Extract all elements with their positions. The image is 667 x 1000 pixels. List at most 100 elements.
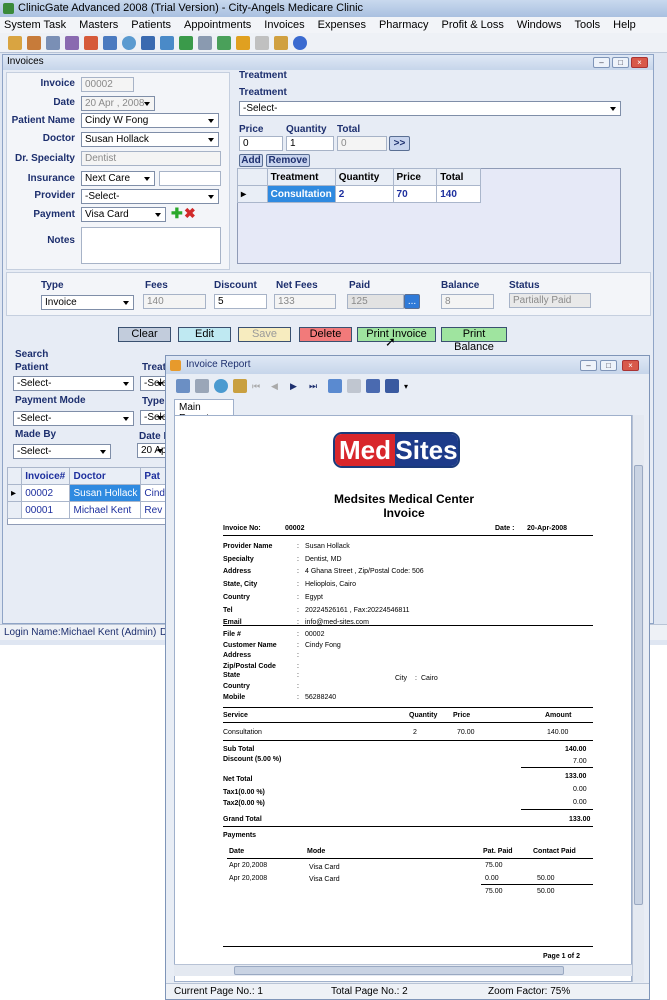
dollar-icon[interactable] <box>179 35 193 50</box>
add-button[interactable]: Add <box>239 154 263 167</box>
print-icon[interactable] <box>195 379 209 393</box>
cell-price[interactable]: 70 <box>392 185 438 203</box>
first-page-icon[interactable]: ⏮ <box>252 381 266 392</box>
refresh-icon[interactable] <box>217 35 231 50</box>
main-report-tab[interactable]: Main Report <box>174 399 234 424</box>
total-field[interactable]: 0 <box>337 136 387 151</box>
edit-button[interactable]: Edit <box>178 327 231 342</box>
net-fees-field[interactable]: 133 <box>274 294 336 309</box>
zoom-icon[interactable] <box>385 379 399 393</box>
help-icon[interactable] <box>293 35 307 50</box>
dr-specialty-field[interactable]: Dentist <box>81 151 221 166</box>
print-balance-button[interactable]: Print Balance <box>441 327 507 353</box>
menu-profit-loss[interactable]: Profit & Loss <box>442 19 504 31</box>
menu-masters[interactable]: Masters <box>79 19 118 31</box>
menu-invoices[interactable]: Invoices <box>264 19 304 31</box>
calendar-icon[interactable] <box>141 35 155 50</box>
table-row[interactable]: ▸ Consultation 2 70 140 <box>237 185 481 203</box>
fees-field[interactable]: 140 <box>143 294 206 309</box>
home-icon[interactable] <box>8 35 22 50</box>
insurance-select[interactable]: Next Care <box>81 171 155 186</box>
treatment-select[interactable]: -Select- <box>239 101 621 116</box>
notes-textarea[interactable] <box>81 227 221 264</box>
report-close-button[interactable]: × <box>622 360 639 371</box>
menu-pharmacy[interactable]: Pharmacy <box>379 19 429 31</box>
insurance-extra-field[interactable] <box>159 171 221 186</box>
save-button[interactable]: Save <box>238 327 291 342</box>
menu-expenses[interactable]: Expenses <box>318 19 366 31</box>
search-patient-select[interactable]: -Select- <box>13 376 134 391</box>
add-treatment-arrow-button[interactable]: >> <box>389 136 410 151</box>
date-picker[interactable]: 20 Apr , 2008 <box>81 96 155 111</box>
list-item[interactable]: ▸ 00002 Susan Hollack Cind <box>6 484 169 502</box>
cell-invoice-no[interactable]: 00001 <box>21 501 71 519</box>
maximize-button[interactable]: □ <box>612 57 629 68</box>
find-icon[interactable] <box>366 379 380 393</box>
search-made-by-select[interactable]: -Select- <box>13 444 111 459</box>
quantity-field[interactable]: 1 <box>286 136 334 151</box>
doctor-icon[interactable] <box>65 35 79 50</box>
cell-total[interactable]: 140 <box>436 185 481 203</box>
tool-icon[interactable] <box>46 35 60 50</box>
goto-page-icon[interactable] <box>328 379 342 393</box>
search-treatment-select[interactable]: -Selec <box>140 376 168 391</box>
status-field[interactable]: Partially Paid <box>509 293 591 308</box>
paid-field[interactable]: 125 <box>347 294 404 309</box>
cell-quantity[interactable]: 2 <box>334 185 394 203</box>
remove-button[interactable]: Remove <box>266 154 310 167</box>
report-minimize-button[interactable]: – <box>580 360 597 371</box>
search-type-select[interactable]: -Selec <box>140 410 168 425</box>
pill-icon[interactable] <box>84 35 98 50</box>
clock-icon[interactable] <box>122 35 136 50</box>
provider-select[interactable]: -Select- <box>81 189 219 204</box>
report-vertical-scrollbar[interactable] <box>632 415 644 982</box>
delete-payment-icon[interactable]: ✖ <box>184 206 196 220</box>
search-payment-mode-select[interactable]: -Select- <box>13 411 134 426</box>
search-date-from-picker[interactable]: 20 Apr <box>137 443 168 458</box>
menu-help[interactable]: Help <box>613 19 636 31</box>
user-icon[interactable] <box>27 35 41 50</box>
close-button[interactable]: × <box>631 57 648 68</box>
doctor-select[interactable]: Susan Hollack <box>81 132 219 147</box>
print-invoice-button[interactable]: Print Invoice <box>357 327 436 342</box>
list-item[interactable]: 00001 Michael Kent Rev <box>6 501 169 519</box>
patient-name-select[interactable]: Cindy W Fong <box>81 113 219 128</box>
paid-details-button[interactable]: ... <box>404 294 420 309</box>
stethoscope-icon[interactable] <box>103 35 117 50</box>
money-icon[interactable] <box>236 35 250 50</box>
balance-field[interactable]: 8 <box>441 294 494 309</box>
invoice-number-field[interactable]: 00002 <box>81 77 134 92</box>
hscroll-thumb[interactable] <box>234 966 564 975</box>
previous-page-icon[interactable]: ◀ <box>271 381 285 392</box>
menu-system-task[interactable]: System Task <box>4 19 66 31</box>
pen-icon[interactable] <box>198 35 212 50</box>
scroll-thumb[interactable] <box>634 465 643 905</box>
payment-select[interactable]: Visa Card <box>81 207 166 222</box>
menu-appointments[interactable]: Appointments <box>184 19 251 31</box>
add-payment-icon[interactable]: ✚ <box>171 206 183 220</box>
cell-invoice-no[interactable]: 00002 <box>21 484 71 502</box>
menu-windows[interactable]: Windows <box>517 19 562 31</box>
group-tree-icon[interactable] <box>233 379 247 393</box>
folder-icon[interactable] <box>160 35 174 50</box>
report-horizontal-scrollbar[interactable] <box>174 964 632 976</box>
type-select[interactable]: Invoice <box>41 295 134 310</box>
menu-tools[interactable]: Tools <box>574 19 600 31</box>
discount-field[interactable]: 5 <box>214 294 267 309</box>
cell-doctor[interactable]: Michael Kent <box>69 501 142 519</box>
minimize-button[interactable]: – <box>593 57 610 68</box>
printer-icon[interactable] <box>255 35 269 50</box>
export-icon[interactable] <box>176 379 190 393</box>
refresh-icon[interactable] <box>214 379 228 393</box>
next-page-icon[interactable]: ▶ <box>290 381 304 392</box>
menu-patients[interactable]: Patients <box>131 19 171 31</box>
zoom-dropdown-icon[interactable]: ▾ <box>404 382 408 391</box>
clear-button[interactable]: Clear <box>118 327 171 342</box>
stop-icon[interactable] <box>347 379 361 393</box>
delete-button[interactable]: Delete <box>299 327 352 342</box>
last-page-icon[interactable]: ⏭ <box>309 381 323 392</box>
cell-treatment[interactable]: Consultation <box>266 185 336 203</box>
report-icon[interactable] <box>274 35 288 50</box>
cell-doctor[interactable]: Susan Hollack <box>69 484 142 502</box>
price-field[interactable]: 0 <box>239 136 283 151</box>
